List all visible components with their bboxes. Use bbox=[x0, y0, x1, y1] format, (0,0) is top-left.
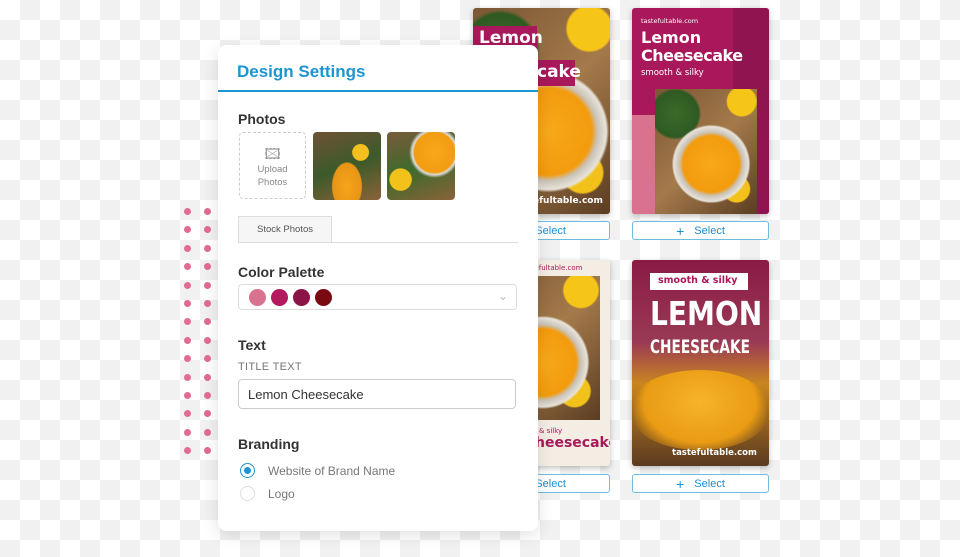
card-subtitle: smooth & silky bbox=[641, 68, 704, 78]
card-site: tastefultable.com bbox=[641, 17, 699, 25]
title-text-label: TITLE TEXT bbox=[238, 361, 302, 373]
card-subtitle: & silky bbox=[539, 427, 563, 435]
tab-divider bbox=[238, 242, 518, 243]
dot bbox=[184, 244, 191, 252]
photo-thumbnail-1[interactable] bbox=[313, 132, 381, 200]
dot bbox=[204, 299, 211, 307]
photo-thumbnail-2[interactable] bbox=[387, 132, 455, 200]
upload-label: Upload bbox=[257, 164, 288, 175]
title-divider bbox=[218, 90, 538, 92]
card-title-2: Cheesecake bbox=[641, 46, 743, 65]
dot bbox=[204, 263, 211, 271]
dot bbox=[184, 355, 191, 363]
plus-icon: + bbox=[676, 475, 685, 492]
dot bbox=[184, 447, 191, 455]
photos-heading: Photos bbox=[238, 111, 286, 127]
dot bbox=[204, 428, 211, 436]
dot bbox=[184, 336, 191, 344]
radio-selected-icon bbox=[240, 463, 255, 478]
dot bbox=[184, 410, 191, 418]
dot bbox=[184, 281, 191, 289]
card-subtitle: smooth & silky bbox=[658, 275, 738, 286]
card-title: Lemon bbox=[641, 28, 702, 47]
color-palette-heading: Color Palette bbox=[238, 264, 325, 280]
radio-label: Logo bbox=[268, 486, 295, 501]
chevron-down-icon: ⌄ bbox=[497, 289, 508, 303]
color-palette-select[interactable]: ⌄ bbox=[238, 284, 517, 310]
plus-icon: + bbox=[676, 222, 685, 239]
color-swatch-1 bbox=[249, 288, 266, 306]
card-title: heesecake bbox=[535, 435, 610, 451]
select-label: Select bbox=[694, 224, 725, 237]
radio-unselected-icon bbox=[240, 486, 255, 501]
dot bbox=[184, 208, 191, 215]
stock-photos-tab[interactable]: Stock Photos bbox=[238, 216, 332, 242]
dot bbox=[184, 391, 191, 399]
upload-label-2: Photos bbox=[257, 177, 288, 188]
select-label: Select bbox=[535, 224, 566, 237]
color-swatch-3 bbox=[293, 288, 310, 306]
dot bbox=[204, 410, 211, 418]
dot bbox=[204, 281, 211, 289]
dot bbox=[184, 226, 191, 234]
template-card-4[interactable]: smooth & silky LEMON CHEESECAKE tasteful… bbox=[632, 260, 769, 466]
card-title: LEMON bbox=[650, 294, 763, 333]
dot bbox=[184, 428, 191, 436]
upload-photos-button[interactable]: 🖾 Upload Photos bbox=[239, 132, 306, 199]
dot bbox=[204, 391, 211, 399]
color-swatch-2 bbox=[271, 288, 288, 306]
branding-heading: Branding bbox=[238, 436, 300, 452]
template-card-2[interactable]: tastefultable.com Lemon Cheesecake smoot… bbox=[632, 8, 769, 214]
select-button-4[interactable]: + Select bbox=[632, 474, 769, 493]
dot bbox=[184, 299, 191, 307]
select-label: Select bbox=[694, 477, 725, 490]
card-site: tastefultable.com bbox=[672, 448, 757, 458]
color-swatch-4 bbox=[315, 288, 332, 306]
card-title-2: CHEESECAKE bbox=[650, 336, 750, 358]
dot bbox=[204, 447, 211, 455]
design-settings-panel: Design Settings Photos 🖾 Upload Photos S… bbox=[218, 45, 538, 531]
text-heading: Text bbox=[238, 337, 266, 353]
dot bbox=[184, 318, 191, 326]
select-label: Select bbox=[535, 477, 566, 490]
dot bbox=[204, 336, 211, 344]
select-button-2[interactable]: + Select bbox=[632, 221, 769, 240]
radio-label: Website of Brand Name bbox=[268, 463, 396, 478]
add-image-icon: 🖾 bbox=[264, 146, 281, 163]
dot bbox=[204, 373, 211, 381]
title-text-input[interactable]: Lemon Cheesecake bbox=[238, 379, 516, 409]
dot bbox=[184, 373, 191, 381]
radio-website-brand-name[interactable]: Website of Brand Name bbox=[240, 463, 395, 478]
dot bbox=[204, 318, 211, 326]
card-title-2: cake bbox=[537, 62, 581, 82]
dot bbox=[184, 263, 191, 271]
dot bbox=[204, 208, 211, 215]
dot bbox=[204, 355, 211, 363]
decorative-dots bbox=[184, 208, 212, 455]
dot bbox=[204, 244, 211, 252]
radio-logo[interactable]: Logo bbox=[240, 486, 295, 501]
panel-title: Design Settings bbox=[237, 62, 366, 81]
dot bbox=[204, 226, 211, 234]
